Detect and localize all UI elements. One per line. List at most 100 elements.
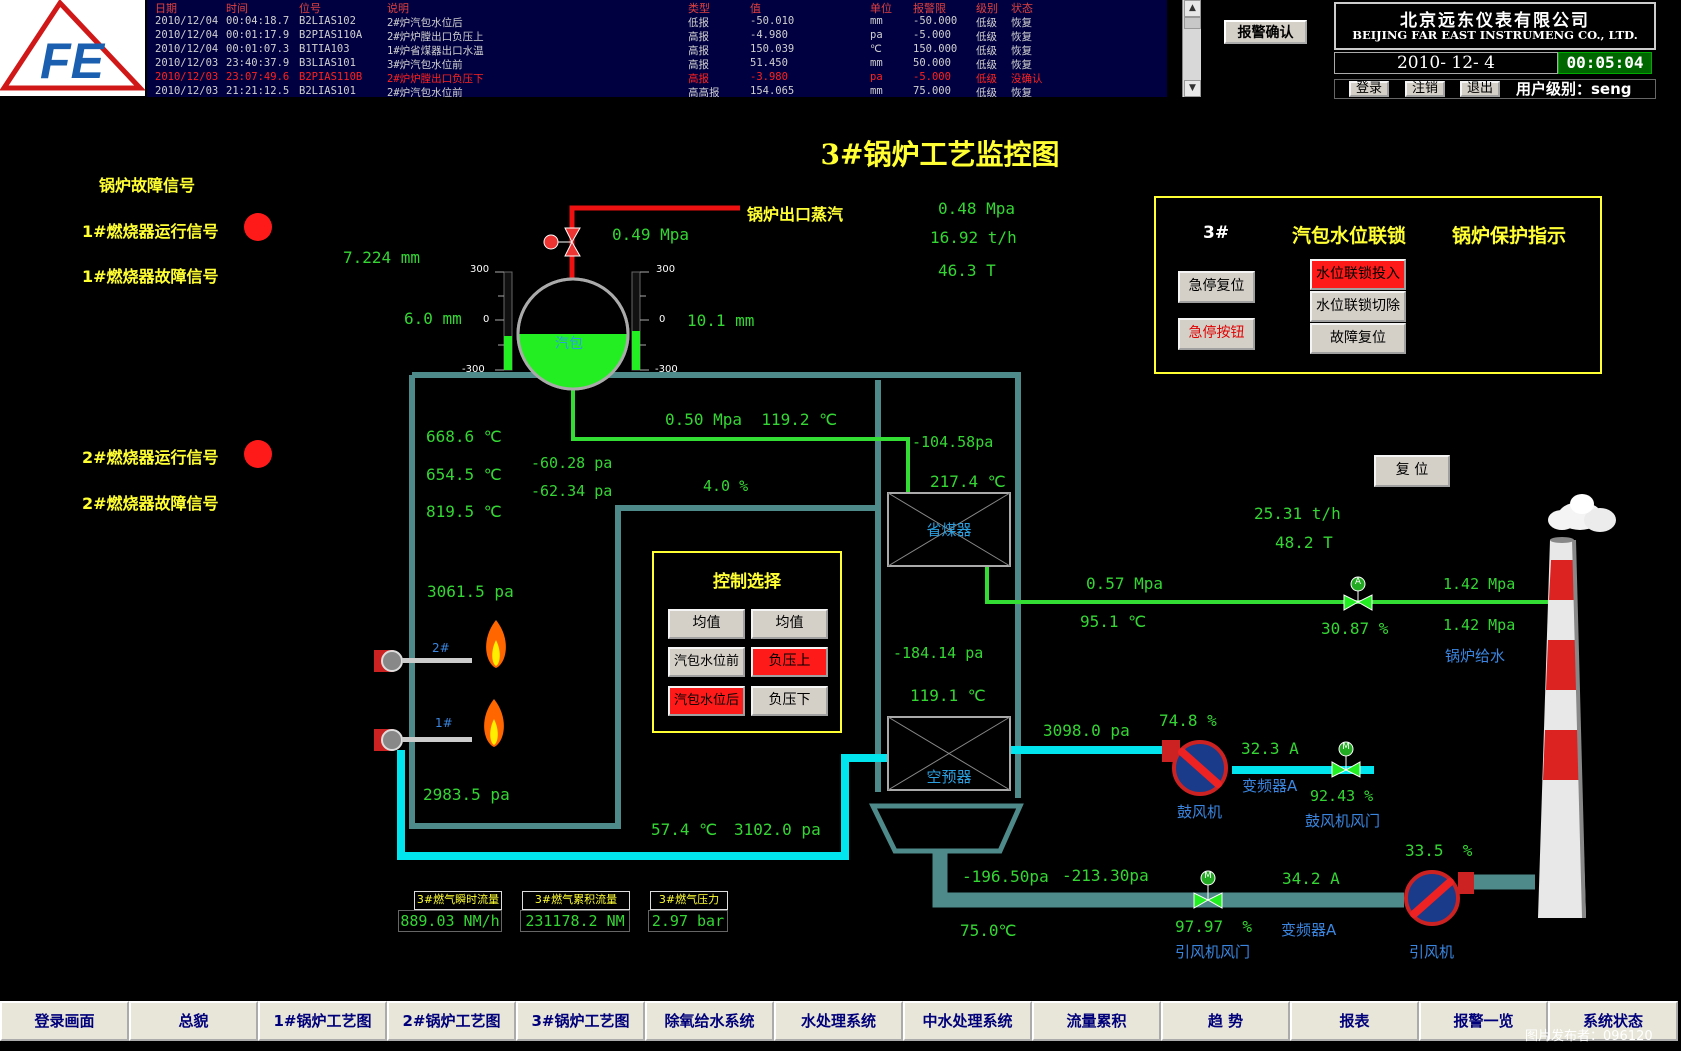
drum-pressure-value: 0.49 Mpa <box>612 225 690 244</box>
gas-total-flow-value: 231178.2 NM <box>520 910 630 932</box>
drum-scale-bottom-right: -300 <box>655 364 678 375</box>
feedwater-valve-opening: 30.87 % <box>1321 619 1389 638</box>
drum-scale-bottom-left: -300 <box>462 364 485 375</box>
gas-total-flow-label: 3#燃气累积流量 <box>522 891 630 910</box>
induced-pressure-1: -196.50pa <box>962 867 1049 886</box>
induced-fan-label: 引风机 <box>1409 943 1455 961</box>
ash-hopper <box>868 803 1024 854</box>
blower-current: 32.3 A <box>1241 739 1299 758</box>
steam-out-flow: 16.92 t/h <box>930 228 1017 247</box>
drum-level-left-value: 7.224 mm <box>343 248 421 267</box>
burner1-gas-pressure: 2983.5 pa <box>423 785 510 804</box>
induced-damper-percent: 97.97 % <box>1175 917 1253 936</box>
economizer-temp: 217.4 ℃ <box>930 472 1006 491</box>
blower-pressure: 3098.0 pa <box>1043 721 1130 740</box>
nav-button-0[interactable]: 登录画面 <box>0 1001 129 1041</box>
drum-scale-mid-right: 0 <box>659 314 666 325</box>
nav-button-7[interactable]: 中水处理系统 <box>903 1001 1032 1041</box>
water-interlock-heading: 汽包水位联锁 <box>1292 225 1407 247</box>
blower-damper-tag: M <box>1342 742 1350 752</box>
burner1-run-indicator <box>244 213 272 241</box>
drum-scale-top-left: 300 <box>470 264 490 275</box>
induced-fan-percent: 33.5 % <box>1405 841 1473 860</box>
control-select-title: 控制选择 <box>713 572 781 592</box>
steam-line-values: 0.50 Mpa 119.2 ℃ <box>665 410 838 429</box>
blower-outlet-label: 鼓风机风门 <box>1305 812 1381 830</box>
blower-outlet-percent: 92.43 % <box>1310 787 1374 805</box>
burner-1-icon <box>374 729 472 751</box>
gas-inst-flow-value: 889.03 NM/h <box>398 910 502 932</box>
burner2-gas-pressure: 3061.5 pa <box>427 582 514 601</box>
burner2-fault-label: 2#燃烧器故障信号 <box>82 494 219 513</box>
induced-fan-icon <box>1404 870 1474 926</box>
fault-signal-heading: 锅炉故障信号 <box>99 176 196 195</box>
steam-out-pressure: 0.48 Mpa <box>938 199 1016 218</box>
blower-vfd-label: 变频器A <box>1242 777 1298 795</box>
burner-2-icon <box>374 650 472 672</box>
nav-button-3[interactable]: 2#锅炉工艺图 <box>387 1001 516 1041</box>
preheater-pressure: -184.14 pa <box>893 644 984 662</box>
blower-fan-label: 鼓风机 <box>1177 803 1223 821</box>
feedwater-pressure-out-1: 1.42 Mpa <box>1443 575 1516 593</box>
hot-air-temp: 57.4 ℃ <box>651 820 718 839</box>
chimney-icon <box>1538 494 1616 918</box>
neg-pressure-up-button[interactable]: 负压上 <box>751 647 828 677</box>
induced-temp: 75.0℃ <box>960 921 1017 940</box>
furnace-temp-1: 668.6 ℃ <box>426 427 502 446</box>
nav-button-5[interactable]: 除氧给水系统 <box>645 1001 774 1041</box>
avg-button-2[interactable]: 均值 <box>751 609 828 639</box>
neg-pressure-down-button[interactable]: 负压下 <box>751 686 828 716</box>
nav-button-4[interactable]: 3#锅炉工艺图 <box>516 1001 645 1041</box>
steam-outlet-label: 锅炉出口蒸汽 <box>747 205 844 224</box>
nav-button-6[interactable]: 水处理系统 <box>774 1001 903 1041</box>
nav-button-9[interactable]: 趋 势 <box>1161 1001 1290 1041</box>
steam-valve-icon <box>543 227 581 257</box>
feedwater-flow: 25.31 t/h <box>1254 504 1341 523</box>
burner2-label: 2# <box>432 641 450 655</box>
burner1-fault-label: 1#燃烧器故障信号 <box>82 267 219 286</box>
blower-fan-icon <box>1162 740 1228 796</box>
furnace-neg-pressure-2: -62.34 pa <box>531 482 613 500</box>
induced-damper-tag: M <box>1204 871 1212 881</box>
protect-unit-label: 3# <box>1203 223 1230 243</box>
estop-reset-button[interactable]: 急停复位 <box>1178 271 1255 303</box>
flame-2-icon <box>486 620 506 668</box>
preheater-temp: 119.1 ℃ <box>910 686 986 705</box>
drum-scale-mid-left: 0 <box>483 314 490 325</box>
fault-reset-button[interactable]: 故障复位 <box>1310 323 1406 354</box>
furnace-temp-3: 819.5 ℃ <box>426 502 502 521</box>
water-interlock-on-button[interactable]: 水位联锁投入 <box>1310 259 1406 290</box>
water-interlock-off-button[interactable]: 水位联锁切除 <box>1310 291 1406 322</box>
page-title: 3#锅炉工艺监控图 <box>820 138 1060 171</box>
watermark: 图片发布者：096120 <box>1525 1029 1653 1044</box>
nav-button-8[interactable]: 流量累积 <box>1032 1001 1161 1041</box>
nav-button-2[interactable]: 1#锅炉工艺图 <box>258 1001 387 1041</box>
flame-1-icon <box>484 699 504 747</box>
nav-button-1[interactable]: 总貌 <box>129 1001 258 1041</box>
induced-pressure-2: -213.30pa <box>1062 866 1149 885</box>
steam-out-total: 46.3 T <box>938 261 996 280</box>
reset-button[interactable]: 复 位 <box>1374 455 1450 487</box>
feedwater-valve-tag: A <box>1354 577 1362 587</box>
blower-damper-percent: 74.8 % <box>1159 711 1217 730</box>
gas-pressure-label: 3#燃气压力 <box>650 891 728 910</box>
economizer-label: 省煤器 <box>926 521 972 539</box>
induced-current: 34.2 A <box>1282 869 1340 888</box>
induced-vfd-label: 变频器A <box>1281 921 1337 939</box>
burner1-run-label: 1#燃烧器运行信号 <box>82 222 219 241</box>
hot-air-pressure: 3102.0 pa <box>734 820 821 839</box>
nav-button-10[interactable]: 报表 <box>1290 1001 1419 1041</box>
drum-level-gauge-left <box>503 271 513 371</box>
feedwater-label: 锅炉给水 <box>1445 647 1506 665</box>
air-preheater-label: 空预器 <box>926 768 972 786</box>
estop-button[interactable]: 急停按钮 <box>1178 318 1255 350</box>
drum-back-button[interactable]: 汽包水位后 <box>668 686 745 716</box>
boiler-protect-heading: 锅炉保护指示 <box>1452 225 1567 247</box>
burner2-run-label: 2#燃烧器运行信号 <box>82 448 219 467</box>
feedwater-pressure-out-2: 1.42 Mpa <box>1443 616 1516 634</box>
drum-label: 汽包 <box>555 336 583 352</box>
gas-inst-flow-label: 3#燃气瞬时流量 <box>414 891 502 910</box>
furnace-temp-2: 654.5 ℃ <box>426 465 502 484</box>
drum-front-button[interactable]: 汽包水位前 <box>668 647 745 677</box>
avg-button-1[interactable]: 均值 <box>668 609 745 639</box>
